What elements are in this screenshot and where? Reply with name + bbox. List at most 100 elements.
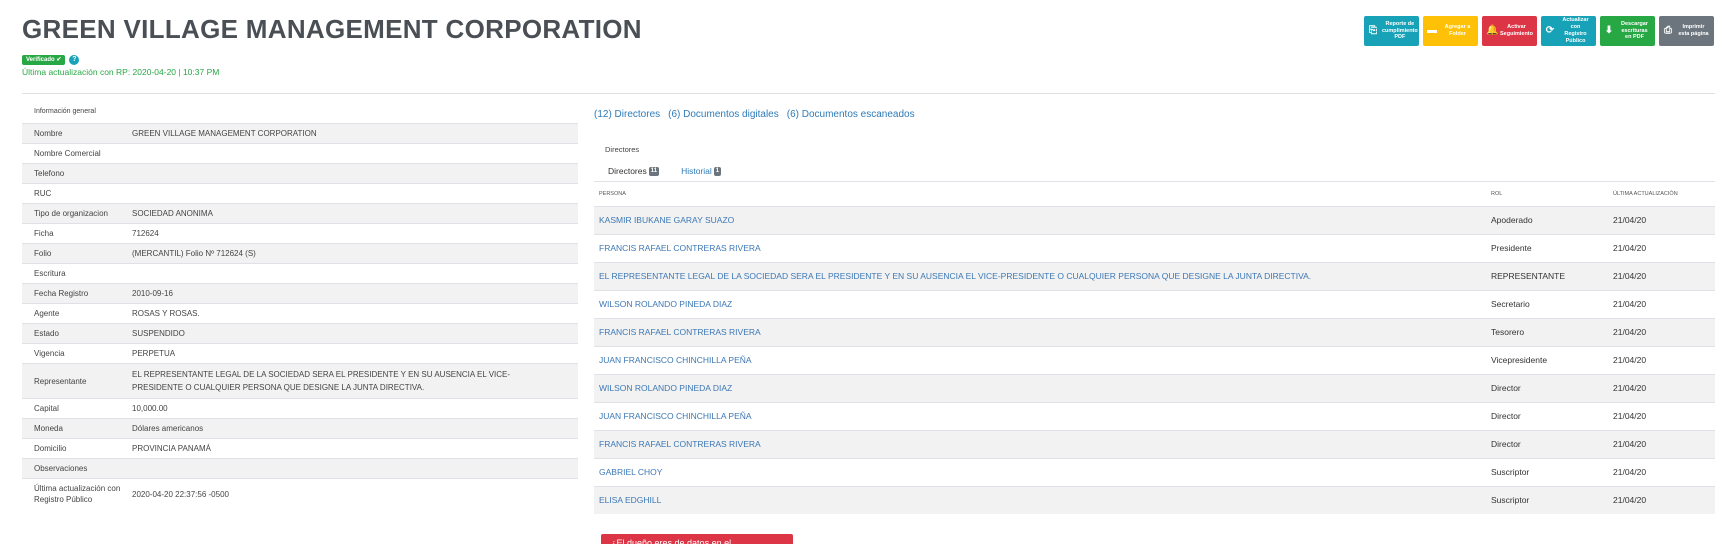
- table-row: ELISA EDGHILL Suscriptor 21/04/20: [594, 485, 1715, 514]
- info-key: Moneda: [22, 418, 128, 439]
- person-link[interactable]: EL REPRESENTANTE LEGAL DE LA SOCIEDAD SE…: [594, 261, 1487, 290]
- person-link[interactable]: WILSON ROLANDO PINEDA DIAZ: [594, 373, 1487, 402]
- tab-2[interactable]: (6) Documentos escaneados: [787, 109, 915, 120]
- info-value: SOCIEDAD ANONIMA: [128, 203, 578, 224]
- action-label: Activar Seguimiento: [1500, 24, 1534, 37]
- info-key: Última actualización con Registro Públic…: [22, 478, 128, 510]
- general-info-caption: Información general: [34, 108, 96, 115]
- download-icon: ⬇: [1604, 24, 1614, 36]
- info-row: Vigencia PERPETUA: [22, 343, 578, 364]
- info-key: Capital: [22, 398, 128, 419]
- info-row: Moneda Dólares americanos: [22, 418, 578, 439]
- action-label: Imprimir esta página: [1678, 24, 1709, 37]
- rol-cell: Vicepresidente: [1487, 345, 1609, 374]
- table-row: WILSON ROLANDO PINEDA DIAZ Secretario 21/0…: [594, 289, 1715, 318]
- download-button[interactable]: ⬇ Descargar escrituras en PDF: [1600, 16, 1655, 46]
- person-link[interactable]: FRANCIS RAFAEL CONTRERAS RIVERA: [594, 429, 1487, 458]
- table-row: EL REPRESENTANTE LEGAL DE LA SOCIEDAD SE…: [594, 261, 1715, 290]
- info-key: Nombre Comercial: [22, 143, 128, 164]
- subtab-historial[interactable]: Historial 1: [681, 166, 722, 176]
- info-key: Representante: [22, 363, 128, 399]
- info-value: [128, 458, 578, 479]
- date-cell: 21/04/20: [1609, 261, 1715, 290]
- person-link[interactable]: WILSON ROLANDO PINEDA DIAZ: [594, 289, 1487, 318]
- bell-icon: 🔔: [1486, 24, 1499, 36]
- last-update-text: Última actualización con RP: 2020-04-20 …: [22, 67, 220, 77]
- person-link[interactable]: JUAN FRANCISCO CHINCHILLA PEÑA: [594, 345, 1487, 374]
- bell-button[interactable]: 🔔 Activar Seguimiento: [1482, 16, 1537, 46]
- count-badge: 11: [648, 166, 660, 176]
- info-key: Folio: [22, 243, 128, 264]
- info-icon[interactable]: ?: [69, 55, 80, 65]
- person-link[interactable]: JUAN FRANCISCO CHINCHILLA PEÑA: [594, 401, 1487, 430]
- info-row: Escritura: [22, 263, 578, 284]
- person-link[interactable]: GABRIEL CHOY: [594, 457, 1487, 486]
- header-date[interactable]: ÚLTIMA ACTUALIZACIÓN: [1609, 182, 1715, 207]
- date-cell: 21/04/20: [1609, 317, 1715, 346]
- rol-cell: Tesorero: [1487, 317, 1609, 346]
- date-cell: 21/04/20: [1609, 205, 1715, 234]
- info-value: SUSPENDIDO: [128, 323, 578, 344]
- subtab-directores[interactable]: Directores 11: [608, 166, 660, 176]
- info-value: GREEN VILLAGE MANAGEMENT CORPORATION: [128, 123, 578, 144]
- folder-button[interactable]: ▬ Agregar a Folder: [1423, 16, 1478, 46]
- info-value: (MERCANTIL) Folio Nº 712624 (S): [128, 243, 578, 264]
- table-row: FRANCIS RAFAEL CONTRERAS RIVERA Director 2…: [594, 429, 1715, 458]
- header-rol[interactable]: ROL: [1487, 182, 1609, 207]
- person-link[interactable]: KASMIR IBUKANE GARAY SUAZO: [594, 205, 1487, 234]
- table-row: FRANCIS RAFAEL CONTRERAS RIVERA Tesorero 2…: [594, 317, 1715, 346]
- person-link[interactable]: FRANCIS RAFAEL CONTRERAS RIVERA: [594, 233, 1487, 262]
- date-cell: 21/04/20: [1609, 485, 1715, 514]
- rol-cell: Presidente: [1487, 233, 1609, 262]
- info-row: Agente ROSAS Y ROSAS.: [22, 303, 578, 324]
- tab-0[interactable]: (12) Directores: [594, 109, 660, 120]
- info-key: Escritura: [22, 263, 128, 284]
- owner-claim-button[interactable]: ¿El dueño eres de datos en el...: [601, 534, 793, 544]
- info-value: 712624: [128, 223, 578, 244]
- info-value: [128, 183, 578, 204]
- tab-1[interactable]: (6) Documentos digitales: [668, 109, 779, 120]
- info-row: Representante EL REPRESENTANTE LEGAL DE L…: [22, 363, 578, 399]
- info-value[interactable]: ROSAS Y ROSAS.: [128, 303, 578, 324]
- divider: [22, 93, 1715, 94]
- rol-cell: Director: [1487, 373, 1609, 402]
- date-cell: 21/04/20: [1609, 373, 1715, 402]
- person-link[interactable]: ELISA EDGHILL: [594, 485, 1487, 514]
- refresh-button[interactable]: ⟳ Actualizar con Registro Público: [1541, 16, 1596, 46]
- info-value: [128, 163, 578, 184]
- page-title: GREEN VILLAGE MANAGEMENT CORPORATION: [22, 14, 642, 44]
- general-info-table: Información general Nombre GREEN VILLAGE …: [22, 108, 578, 510]
- table-row: WILSON ROLANDO PINEDA DIAZ Director 21/04/…: [594, 373, 1715, 402]
- person-link[interactable]: FRANCIS RAFAEL CONTRERAS RIVERA: [594, 317, 1487, 346]
- verified-badge: Verificado ✔: [22, 55, 66, 65]
- date-cell: 21/04/20: [1609, 233, 1715, 262]
- info-row: Domicilio PROVINCIA PANAMÁ: [22, 438, 578, 459]
- rol-cell: Suscriptor: [1487, 485, 1609, 514]
- info-key: Ficha: [22, 223, 128, 244]
- rol-cell: Apoderado: [1487, 205, 1609, 234]
- header-person[interactable]: PERSONA: [594, 182, 1487, 207]
- pdf-icon: ⎘: [1369, 24, 1377, 36]
- table-row: JUAN FRANCISCO CHINCHILLA PEÑA Vicepresid…: [594, 345, 1715, 374]
- info-value: [128, 263, 578, 284]
- print-icon: ⎙: [1664, 24, 1672, 36]
- pdf-button[interactable]: ⎘ Reporte de cumplimiento PDF: [1364, 16, 1419, 46]
- date-cell: 21/04/20: [1609, 345, 1715, 374]
- info-value: 2020-04-20 22:37:56 -0500: [128, 478, 578, 510]
- date-cell: 21/04/20: [1609, 289, 1715, 318]
- subtab-label: Directores: [608, 166, 647, 176]
- rol-cell: Suscriptor: [1487, 457, 1609, 486]
- rol-cell: Secretario: [1487, 289, 1609, 318]
- info-row: Tipo de organizacion SOCIEDAD ANONIMA: [22, 203, 578, 224]
- info-key: Nombre: [22, 123, 128, 144]
- info-row: Nombre Comercial: [22, 143, 578, 164]
- info-value: PROVINCIA PANAMÁ: [128, 438, 578, 459]
- action-label: Reporte de cumplimiento PDF: [1382, 20, 1418, 41]
- date-cell: 21/04/20: [1609, 429, 1715, 458]
- info-value: 2010-09-16: [128, 283, 578, 304]
- folder-icon: ▬: [1427, 24, 1437, 36]
- directors-title: Directores: [605, 145, 640, 154]
- info-row: Telefono: [22, 163, 578, 184]
- table-row: JUAN FRANCISCO CHINCHILLA PEÑA Director 21…: [594, 401, 1715, 430]
- print-button[interactable]: ⎙ Imprimir esta página: [1659, 16, 1714, 46]
